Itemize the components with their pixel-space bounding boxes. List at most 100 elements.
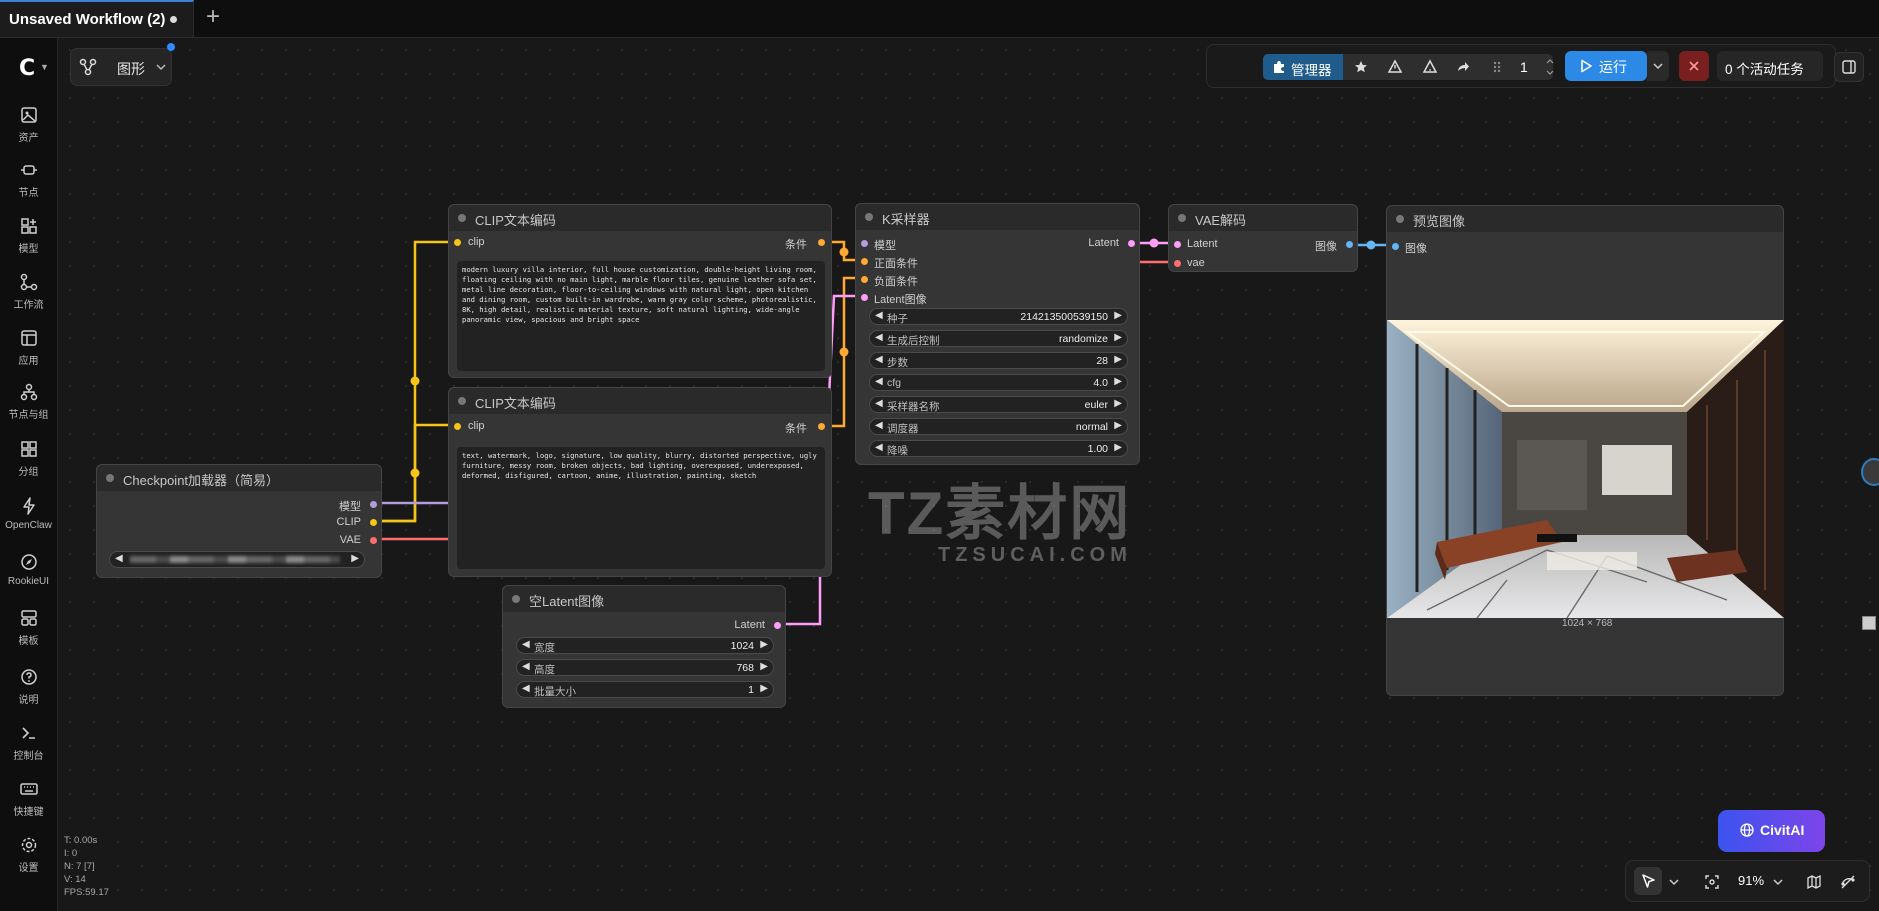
image-input-dot[interactable] xyxy=(1392,243,1399,250)
arrow-left-icon[interactable]: ◀ xyxy=(522,683,530,694)
checkpoint-name-select[interactable]: ◀ ▶ xyxy=(109,551,365,568)
node-header[interactable]: 空Latent图像 xyxy=(503,586,785,612)
sampler-name-widget[interactable]: ◀ 采样器名称 euler ▶ xyxy=(869,396,1128,413)
clip-input-dot[interactable] xyxy=(454,239,461,246)
negative-prompt-textarea[interactable]: text, watermark, logo, signature, low qu… xyxy=(457,447,825,569)
hide-links-icon[interactable] xyxy=(1840,874,1856,890)
vae-input-dot[interactable] xyxy=(1174,260,1181,267)
cancel-run-button[interactable] xyxy=(1679,51,1709,81)
conditioning-output-dot[interactable] xyxy=(818,423,825,430)
chevron-down-icon[interactable] xyxy=(1668,877,1680,887)
sidebar-item-settings[interactable]: 设置 xyxy=(0,836,57,874)
arrow-right-icon[interactable]: ▶ xyxy=(760,661,768,672)
sidebar-item-models[interactable]: 模型 xyxy=(0,217,57,255)
arrow-right-icon[interactable]: ▶ xyxy=(1114,354,1122,365)
sidebar-item-nodes[interactable]: 节点 xyxy=(0,161,57,199)
control-after-generate-widget[interactable]: ◀ 生成后控制 randomize ▶ xyxy=(869,330,1128,347)
sidebar-item-rookieui[interactable]: RookieUI xyxy=(0,553,57,587)
arrow-left-icon[interactable]: ◀ xyxy=(875,420,883,431)
collapse-dot-icon[interactable] xyxy=(458,397,466,405)
collapse-dot-icon[interactable] xyxy=(1178,214,1186,222)
drag-handle-icon[interactable] xyxy=(1493,61,1501,73)
arrow-right-icon[interactable]: ▶ xyxy=(760,683,768,694)
node-header[interactable]: CLIP文本编码 xyxy=(449,205,831,231)
collapse-dot-icon[interactable] xyxy=(865,213,873,221)
sidebar-item-console[interactable]: 控制台 xyxy=(0,724,57,762)
sidebar-item-templates[interactable]: 模板 xyxy=(0,609,57,647)
collapse-dot-icon[interactable] xyxy=(1396,215,1404,223)
run-button[interactable]: 运行 xyxy=(1565,51,1647,81)
arrow-left-icon[interactable]: ◀ xyxy=(875,442,883,453)
sidebar-item-assets[interactable]: 资产 xyxy=(0,106,57,144)
sidebar-item-help[interactable]: 说明 xyxy=(0,668,57,706)
sidebar-item-groups[interactable]: 分组 xyxy=(0,440,57,478)
positive-input-dot[interactable] xyxy=(861,258,868,265)
arrow-right-icon[interactable]: ▶ xyxy=(1114,442,1122,453)
arrow-left-icon[interactable]: ◀ xyxy=(875,376,883,387)
arrow-left-icon[interactable]: ◀ xyxy=(875,332,883,343)
chevron-down-icon[interactable] xyxy=(1772,877,1784,887)
latent-output-dot[interactable] xyxy=(774,622,781,629)
sidebar-item-apps[interactable]: 应用 xyxy=(0,329,57,367)
clip-text-encode-positive-node[interactable]: CLIP文本编码 clip 条件 modern luxury villa int… xyxy=(448,204,832,378)
workflow-tab[interactable]: Unsaved Workflow (2) xyxy=(0,0,194,37)
arrow-right-icon[interactable]: ▶ xyxy=(1114,332,1122,343)
add-tab-button[interactable]: + xyxy=(200,3,226,31)
minimap-icon[interactable] xyxy=(1806,874,1822,890)
positive-prompt-textarea[interactable]: modern luxury villa interior, full house… xyxy=(457,261,825,371)
arrow-right-icon[interactable]: ▶ xyxy=(1114,376,1122,387)
steps-widget[interactable]: ◀ 步数 28 ▶ xyxy=(869,352,1128,369)
preview-image-node[interactable]: 预览图像 图像 1024 × 768 xyxy=(1386,205,1784,696)
collapse-dot-icon[interactable] xyxy=(106,474,114,482)
arrow-left-icon[interactable]: ◀ xyxy=(875,398,883,409)
latent-input-dot[interactable] xyxy=(1174,241,1181,248)
stepper-arrows-icon[interactable] xyxy=(1546,57,1554,77)
clip-text-encode-negative-node[interactable]: CLIP文本编码 clip 条件 text, watermark, logo, … xyxy=(448,387,832,577)
select-tool-button[interactable] xyxy=(1634,867,1662,895)
scheduler-widget[interactable]: ◀ 调度器 normal ▶ xyxy=(869,418,1128,435)
zoom-level[interactable]: 91% xyxy=(1738,873,1764,888)
width-widget[interactable]: ◀ 宽度 1024 ▶ xyxy=(516,637,774,654)
arrow-left-icon[interactable]: ◀ xyxy=(115,553,123,564)
sidebar-item-workflows[interactable]: 工作流 xyxy=(0,273,57,311)
run-options-button[interactable] xyxy=(1647,51,1669,81)
arrow-left-icon[interactable]: ◀ xyxy=(875,310,883,321)
conditioning-output-dot[interactable] xyxy=(818,239,825,246)
arrow-left-icon[interactable]: ◀ xyxy=(522,639,530,650)
latent-output-dot[interactable] xyxy=(1128,240,1135,247)
seed-widget[interactable]: ◀ 种子 214213500539150 ▶ xyxy=(869,308,1128,325)
collapse-dot-icon[interactable] xyxy=(512,595,520,603)
node-header[interactable]: VAE解码 xyxy=(1169,205,1357,231)
node-header[interactable]: Checkpoint加载器（简易） xyxy=(97,465,381,491)
height-widget[interactable]: ◀ 高度 768 ▶ xyxy=(516,659,774,676)
node-header[interactable]: 预览图像 xyxy=(1387,206,1783,232)
node-header[interactable]: CLIP文本编码 xyxy=(449,388,831,414)
sidebar-item-openclaw[interactable]: OpenClaw xyxy=(0,497,57,531)
image-output-dot[interactable] xyxy=(1346,241,1353,248)
sidebar-item-shortcuts[interactable]: 快捷键 xyxy=(0,780,57,818)
arrow-right-icon[interactable]: ▶ xyxy=(1114,310,1122,321)
clip-input-dot[interactable] xyxy=(454,423,461,430)
warning-icon[interactable] xyxy=(1387,59,1403,75)
arrow-right-icon[interactable]: ▶ xyxy=(1114,420,1122,431)
arrow-left-icon[interactable]: ◀ xyxy=(875,354,883,365)
vae-decode-node[interactable]: VAE解码 Latent vae 图像 xyxy=(1168,204,1358,272)
empty-latent-image-node[interactable]: 空Latent图像 Latent ◀ 宽度 1024 ▶ ◀ 高度 768 ▶ ◀ 批量大小 1… xyxy=(502,585,786,708)
arrow-right-icon[interactable]: ▶ xyxy=(760,639,768,650)
star-icon[interactable] xyxy=(1353,59,1369,75)
logo-chevron-down-icon[interactable]: ▼ xyxy=(40,62,49,72)
sidebar-item-node-groups[interactable]: 节点与组 xyxy=(0,383,57,421)
node-header[interactable]: K采样器 xyxy=(856,204,1139,230)
model-input-dot[interactable] xyxy=(861,240,868,247)
arrow-left-icon[interactable]: ◀ xyxy=(522,661,530,672)
share-icon[interactable] xyxy=(1455,59,1471,75)
graph-mode-button[interactable]: 图形 xyxy=(70,48,172,86)
alert-icon[interactable] xyxy=(1422,59,1438,75)
clip-output-dot[interactable] xyxy=(370,519,377,526)
manager-button[interactable]: 管理器 xyxy=(1263,54,1343,80)
arrow-right-icon[interactable]: ▶ xyxy=(351,553,359,564)
cfg-widget[interactable]: ◀ cfg 4.0 ▶ xyxy=(869,374,1128,391)
collapse-dot-icon[interactable] xyxy=(458,214,466,222)
toggle-panel-button[interactable] xyxy=(1834,52,1864,82)
batch-size-widget[interactable]: ◀ 批量大小 1 ▶ xyxy=(516,681,774,698)
